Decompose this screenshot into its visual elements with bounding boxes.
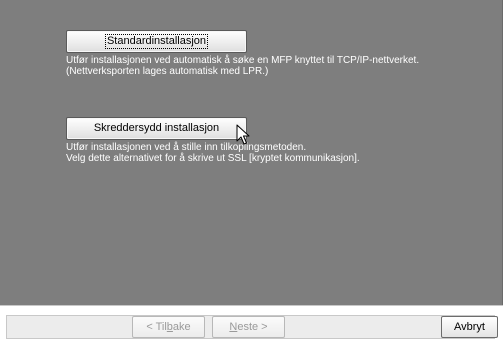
installation-options-panel: Standardinstallasjon Utfør installasjone… [0, 0, 503, 305]
next-label-suffix: este > [237, 321, 268, 333]
standard-installation-label: Standardinstallasjon [104, 34, 209, 49]
standard-installation-button[interactable]: Standardinstallasjon [66, 30, 247, 53]
description-line: Utfør installasjonen ved automatisk å sø… [66, 55, 420, 66]
custom-installation-label: Skreddersydd installasjon [93, 122, 220, 134]
custom-installation-description: Utfør installasjonen ved å stille inn ti… [66, 142, 360, 164]
custom-installation-button[interactable]: Skreddersydd installasjon [66, 117, 247, 140]
cancel-button[interactable]: Avbryt [441, 316, 498, 338]
back-label-prefix: < Til [146, 321, 167, 333]
standard-installation-description: Utfør installasjonen ved automatisk å sø… [66, 55, 419, 77]
description-line: (Nettverksporten lages automatisk med LP… [66, 66, 269, 77]
description-line: Velg dette alternativet for å skrive ut … [66, 153, 360, 164]
back-button[interactable]: < Tilbake [132, 316, 205, 338]
description-line: Utfør installasjonen ved å stille inn ti… [66, 142, 307, 153]
back-label-suffix: ake [172, 321, 191, 333]
mouse-pointer-icon [236, 124, 250, 145]
next-button[interactable]: Neste > [212, 316, 285, 338]
footer-divider [0, 305, 503, 306]
